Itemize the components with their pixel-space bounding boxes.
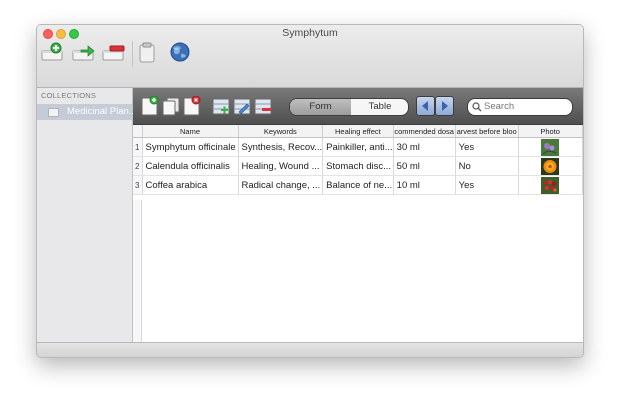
cell-healing-effect[interactable]: Stomach disc... (322, 156, 394, 176)
records-table: Name Keywords Healing effect commended d… (133, 125, 583, 195)
cell-healing-effect[interactable]: Painkiller, anti... (322, 137, 394, 157)
row-number: 3 (133, 175, 143, 195)
title-bar: Symphytum (37, 25, 583, 88)
record-toolbar: Form Table (133, 88, 583, 125)
cell-dosage[interactable]: 10 ml (393, 175, 456, 195)
window-title: Symphytum (282, 27, 338, 39)
column-header-name[interactable]: Name (142, 125, 239, 138)
delete-record-icon[interactable] (183, 95, 201, 116)
row-number: 1 (133, 137, 143, 157)
sidebar-item-medicinal-plants[interactable]: Medicinal Plan... (37, 104, 137, 120)
search-field[interactable] (467, 98, 573, 116)
cell-photo[interactable] (518, 156, 583, 176)
cell-keywords[interactable]: Radical change, ... (238, 175, 324, 195)
cell-healing-effect[interactable]: Balance of ne... (322, 175, 394, 195)
coffee-photo (541, 176, 560, 194)
previous-icon (422, 101, 428, 111)
table-row[interactable]: 1 Symphytum officinale Synthesis, Recov.… (133, 137, 583, 157)
cell-photo[interactable] (518, 137, 583, 157)
search-input[interactable] (484, 101, 568, 112)
delete-field-icon[interactable] (254, 96, 272, 116)
app-window: Symphytum COLLECTIONS Medicinal Plan... (36, 24, 584, 358)
column-header-rownum (133, 125, 143, 138)
cell-harvest[interactable]: Yes (455, 175, 519, 195)
duplicate-collection-icon[interactable] (70, 41, 96, 63)
table-view-button[interactable]: Table (352, 99, 408, 115)
column-header-dosage[interactable]: commended dosa (393, 125, 456, 138)
delete-collection-icon[interactable] (100, 41, 126, 63)
previous-record-button[interactable] (416, 96, 435, 116)
table-header-row: Name Keywords Healing effect commended d… (133, 125, 583, 138)
cell-photo[interactable] (518, 175, 583, 195)
status-bar (37, 342, 583, 357)
column-header-keywords[interactable]: Keywords (238, 125, 324, 138)
view-mode-switch: Form Table (289, 98, 409, 116)
table-row[interactable]: 2 Calendula officinalis Healing, Wound .… (133, 156, 583, 176)
table-row[interactable]: 3 Coffea arabica Radical change, ... Bal… (133, 175, 583, 195)
cell-dosage[interactable]: 30 ml (393, 137, 456, 157)
cell-name[interactable]: Calendula officinalis (142, 156, 239, 176)
clipboard-icon[interactable] (135, 41, 161, 63)
row-number-gutter (133, 200, 142, 342)
search-icon (472, 102, 482, 112)
column-header-photo[interactable]: Photo (518, 125, 583, 138)
row-number: 2 (133, 156, 143, 176)
form-view-button[interactable]: Form (290, 99, 351, 115)
column-header-harvest[interactable]: arvest before bloo (455, 125, 519, 138)
next-icon (442, 101, 448, 111)
cell-harvest[interactable]: Yes (455, 137, 519, 157)
new-record-icon[interactable] (141, 95, 159, 116)
column-header-healing-effect[interactable]: Healing effect (322, 125, 394, 138)
toolbar-separator (132, 41, 133, 67)
marigold-photo (541, 157, 560, 175)
new-collection-icon[interactable] (39, 41, 65, 63)
globe-icon[interactable] (167, 41, 193, 63)
comfrey-photo (541, 138, 560, 156)
collections-heading: COLLECTIONS (41, 91, 97, 100)
collections-sidebar: COLLECTIONS Medicinal Plan... (37, 88, 137, 342)
duplicate-record-icon[interactable] (162, 96, 180, 116)
cell-harvest[interactable]: No (455, 156, 519, 176)
cell-dosage[interactable]: 50 ml (393, 156, 456, 176)
cell-keywords[interactable]: Synthesis, Recov... (238, 137, 324, 157)
next-record-button[interactable] (435, 96, 454, 116)
cell-name[interactable]: Symphytum officinale (142, 137, 239, 157)
add-field-icon[interactable] (212, 96, 230, 116)
main-content: Form Table Name (133, 88, 583, 342)
modify-field-icon[interactable] (233, 96, 251, 116)
collection-icon (48, 108, 59, 117)
sidebar-item-label: Medicinal Plan... (67, 106, 137, 117)
cell-keywords[interactable]: Healing, Wound ... (238, 156, 324, 176)
cell-name[interactable]: Coffea arabica (142, 175, 239, 195)
